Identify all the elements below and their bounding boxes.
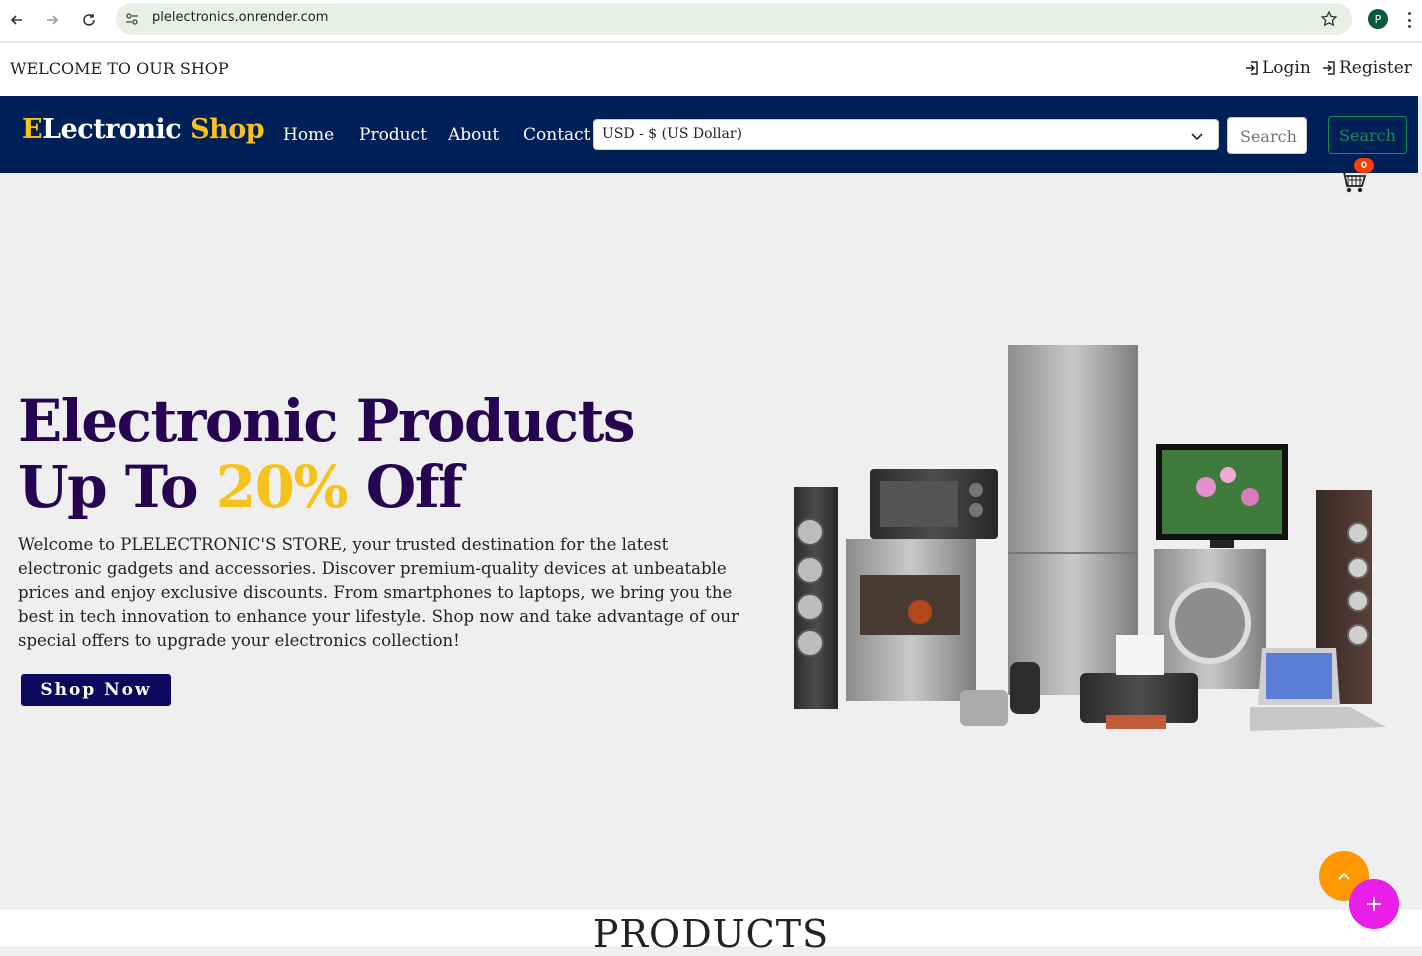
profile-avatar[interactable]: P [1368,9,1388,29]
nav-product[interactable]: Product [359,125,427,145]
appliances-image [794,345,1386,731]
welcome-text: WELCOME TO OUR SHOP [10,59,229,78]
site-settings-icon[interactable] [124,11,140,27]
reload-icon[interactable] [77,8,101,32]
login-label: Login [1262,58,1311,78]
floating-plus-button[interactable]: + [1349,879,1399,929]
brand-logo[interactable]: ELectronic Shop [22,114,265,145]
hero-discount: 20% [215,453,349,521]
currency-value: USD - $ (US Dollar) [602,126,743,142]
register-link[interactable]: Register [1321,58,1412,78]
brand-name: Lectronic [42,114,182,145]
address-bar[interactable]: plelectronics.onrender.com [116,3,1352,35]
brand-initial: E [22,114,43,145]
chevron-down-icon [1191,133,1203,141]
hero-title: Electronic Products Up To 20% Off [18,387,636,520]
search-placeholder: Search [1240,127,1297,146]
main-navbar: ELectronic Shop Home Product About Conta… [0,96,1418,173]
shop-now-button[interactable]: Shop Now [21,674,171,706]
register-label: Register [1339,58,1412,78]
browser-toolbar: plelectronics.onrender.com P [0,0,1422,42]
hero-title-line2: Up To 20% Off [18,454,634,520]
products-heading: PRODUCTS [592,912,830,956]
login-icon [1246,61,1258,75]
hero-description: Welcome to PLELECTRONIC'S STORE, your tr… [18,535,739,650]
top-bar: WELCOME TO OUR SHOP Login Register [0,43,1422,96]
brand-shop: Shop [190,114,265,145]
browser-menu-icon[interactable] [1408,12,1412,28]
chevron-up-icon [1338,872,1350,880]
hero-title-suffix: Off [347,453,463,521]
hero-title-line1: Electronic Products [18,387,636,455]
url-text[interactable]: plelectronics.onrender.com [152,10,328,25]
cart-count-badge: 0 [1354,158,1374,173]
forward-icon[interactable] [40,8,64,32]
nav-contact[interactable]: Contact [523,125,591,145]
bookmark-star-icon[interactable] [1320,10,1338,28]
register-icon [1323,61,1335,75]
currency-select[interactable]: USD - $ (US Dollar) [593,119,1219,150]
search-button[interactable]: Search [1328,116,1407,154]
login-link[interactable]: Login [1244,58,1311,78]
back-icon[interactable] [5,8,29,32]
search-input[interactable]: Search [1227,117,1307,154]
nav-home[interactable]: Home [283,125,334,145]
nav-about[interactable]: About [448,125,499,145]
hero-title-prefix: Up To [18,453,216,521]
